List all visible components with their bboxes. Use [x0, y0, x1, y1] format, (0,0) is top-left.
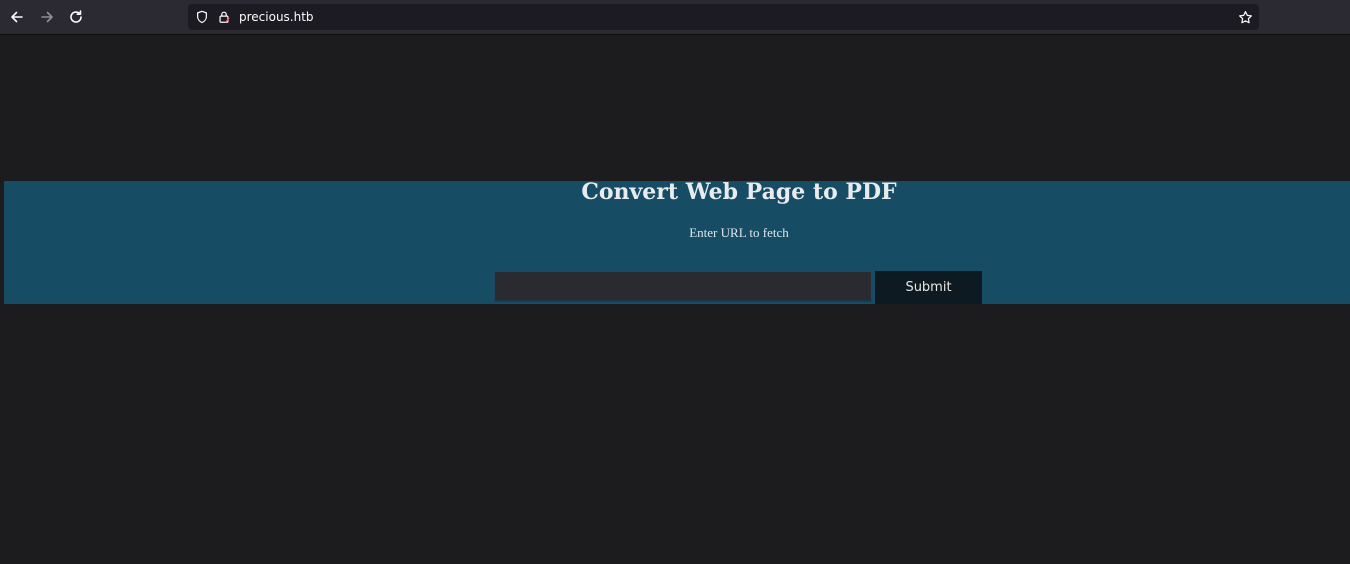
arrow-right-icon: [41, 11, 53, 23]
page-title: Convert Web Page to PDF: [581, 179, 897, 205]
forward-button[interactable]: [37, 7, 57, 27]
address-bar[interactable]: precious.htb: [188, 4, 1259, 30]
lock-icon[interactable]: [216, 9, 232, 25]
page-content: Convert Web Page to PDF Enter URL to fet…: [0, 35, 1350, 564]
star-icon[interactable]: [1237, 9, 1253, 25]
url-input[interactable]: [494, 271, 872, 302]
shield-icon[interactable]: [194, 9, 210, 25]
converter-banner: Convert Web Page to PDF Enter URL to fet…: [4, 179, 1350, 304]
reload-icon: [70, 10, 82, 23]
back-button[interactable]: [7, 7, 27, 27]
reload-button[interactable]: [66, 7, 86, 27]
url-text[interactable]: precious.htb: [239, 9, 314, 25]
arrow-left-icon: [11, 11, 23, 23]
page-subtitle: Enter URL to fetch: [689, 225, 789, 240]
submit-button[interactable]: Submit: [875, 271, 982, 304]
browser-toolbar: precious.htb: [0, 0, 1350, 35]
